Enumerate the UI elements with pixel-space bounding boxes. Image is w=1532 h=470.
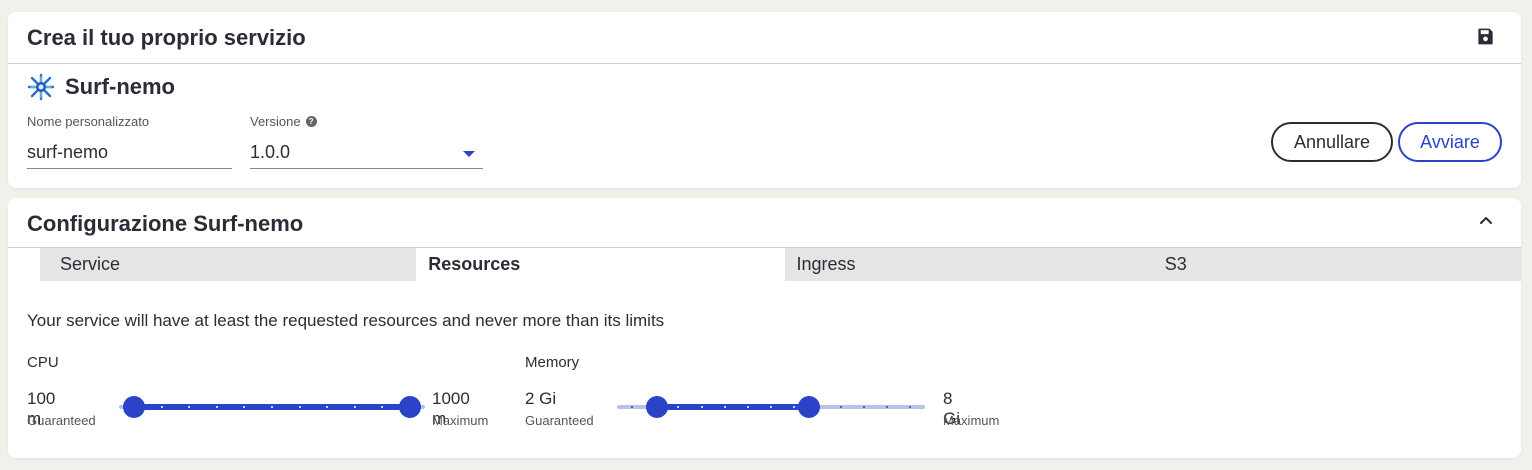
slider-tick bbox=[770, 406, 772, 408]
cpu-min-caption: Guaranteed bbox=[27, 413, 96, 428]
cpu-slider[interactable] bbox=[119, 396, 425, 418]
slider-max-thumb[interactable] bbox=[797, 396, 820, 418]
slider-tick bbox=[885, 406, 888, 408]
cpu-resource: CPU 100 m Guaranteed 1000 m Maximum bbox=[27, 354, 488, 428]
slider-tick bbox=[631, 406, 633, 408]
resources-description: Your service will have at least the requ… bbox=[27, 311, 665, 330]
memory-min-value: 2 Gi bbox=[525, 389, 557, 408]
version-value: 1.0.0 bbox=[250, 142, 291, 162]
config-title: Configurazione Surf-nemo bbox=[27, 211, 304, 236]
slider-tick bbox=[215, 406, 218, 408]
cpu-title: CPU bbox=[27, 354, 59, 371]
config-card: Configurazione Surf-nemo Service Resourc… bbox=[8, 198, 1521, 458]
memory-slider[interactable] bbox=[617, 396, 925, 418]
slider-tick bbox=[353, 406, 356, 408]
slider-min-thumb[interactable] bbox=[123, 396, 145, 418]
tab-s3[interactable]: S3 bbox=[1152, 248, 1521, 281]
slider-tick bbox=[839, 406, 842, 408]
slider-tick bbox=[700, 406, 703, 408]
slider-tick bbox=[862, 406, 865, 408]
memory-title: Memory bbox=[525, 354, 580, 371]
tab-ingress[interactable]: Ingress bbox=[784, 248, 1153, 281]
save-icon[interactable] bbox=[1476, 27, 1495, 46]
config-tabs: Service Resources Ingress S3 bbox=[48, 248, 1521, 281]
cancel-button[interactable]: Annullare bbox=[1271, 122, 1393, 162]
slider-tick bbox=[723, 406, 726, 408]
memory-max-caption: Maximum bbox=[943, 413, 1000, 428]
memory-resource: Memory 2 Gi Guaranteed 8 Gi Maximum bbox=[525, 354, 999, 428]
service-name: Surf-nemo bbox=[65, 74, 175, 99]
version-field: Versione ? 1.0.0 bbox=[250, 114, 483, 169]
slider-range-fill bbox=[657, 404, 809, 410]
slider-max-thumb[interactable] bbox=[399, 396, 421, 418]
tab-resources[interactable]: Resources bbox=[416, 248, 785, 281]
tab-scroll-indicator bbox=[40, 248, 48, 281]
chevron-up-icon[interactable] bbox=[1479, 214, 1493, 228]
version-label: Versione bbox=[250, 114, 301, 129]
slider-tick bbox=[909, 406, 911, 408]
service-header: Surf-nemo bbox=[27, 73, 175, 101]
surf-nemo-logo bbox=[27, 73, 55, 101]
help-icon[interactable]: ? bbox=[305, 116, 317, 127]
slider-tick bbox=[271, 406, 273, 408]
custom-name-field: Nome personalizzato surf-nemo bbox=[27, 114, 232, 169]
slider-tick bbox=[298, 406, 301, 408]
version-select[interactable]: 1.0.0 bbox=[250, 136, 483, 169]
create-service-card: Crea il tuo proprio servizio Surf-nemo N… bbox=[8, 12, 1521, 188]
custom-name-label: Nome personalizzato bbox=[27, 114, 150, 129]
slider-tick bbox=[160, 406, 163, 408]
page-title: Crea il tuo proprio servizio bbox=[27, 25, 306, 50]
memory-min-caption: Guaranteed bbox=[525, 413, 594, 428]
slider-min-thumb[interactable] bbox=[646, 396, 669, 418]
slider-tick bbox=[746, 406, 749, 408]
header-divider bbox=[8, 63, 1521, 64]
tab-service[interactable]: Service bbox=[48, 248, 417, 281]
cpu-max-caption: Maximum bbox=[432, 413, 489, 428]
caret-down-icon[interactable] bbox=[463, 151, 475, 157]
start-button[interactable]: Avviare bbox=[1398, 122, 1502, 162]
custom-name-input[interactable]: surf-nemo bbox=[27, 136, 232, 169]
